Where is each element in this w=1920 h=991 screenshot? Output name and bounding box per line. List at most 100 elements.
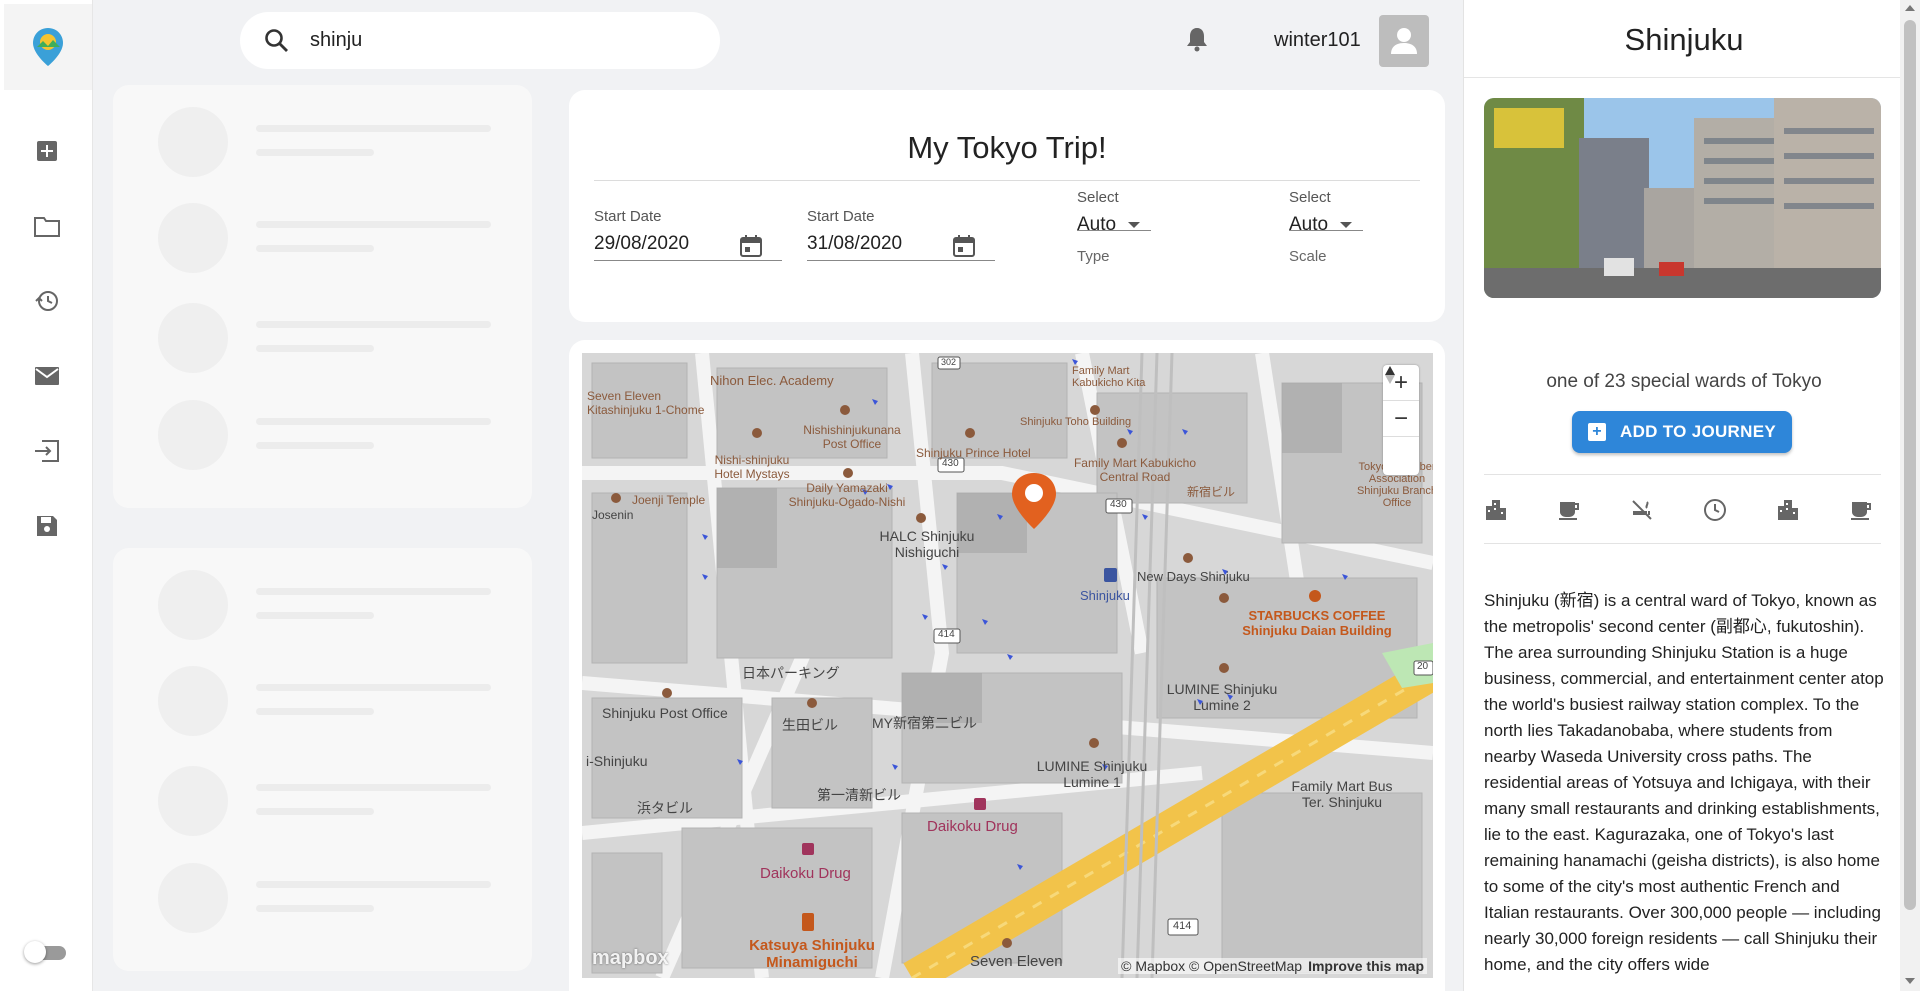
calendar-icon[interactable] [739, 234, 765, 260]
improve-map-link[interactable]: Improve this map [1308, 958, 1424, 974]
select-helper: Type [1077, 248, 1110, 265]
place-subtitle: one of 23 special wards of Tokyo [1546, 371, 1822, 392]
scroll-up-icon[interactable] [1905, 5, 1915, 11]
clock-icon[interactable] [1700, 495, 1730, 525]
search-bar[interactable]: shinju [240, 12, 720, 69]
map-label: Shinjuku Post Office [602, 705, 728, 721]
map-label: Family Mart Kabukicho Central Road [1073, 456, 1197, 484]
mapbox-logo[interactable]: mapbox [592, 947, 669, 970]
map-label: Daikoku Drug [760, 865, 851, 882]
folder-icon[interactable] [26, 205, 68, 247]
select-value: Auto [1077, 214, 1117, 235]
map-label: Daily Yamazaki Shinjuku-Ogado-Nishi [788, 481, 906, 509]
map-label: Shinjuku Prince Hotel [916, 446, 1031, 460]
map-label: Joenji Temple [632, 493, 706, 507]
button-label: ADD TO JOURNEY [1620, 422, 1776, 441]
route-shield: 414 [1173, 920, 1192, 932]
route-shield: 430 [942, 458, 959, 469]
type-select-value[interactable]: Auto [1077, 214, 1157, 236]
attribution-text[interactable]: © Mapbox © OpenStreetMap [1121, 958, 1302, 974]
city-icon[interactable] [1481, 495, 1511, 525]
map-label: 日本パーキング [742, 665, 840, 681]
place-photo [1484, 98, 1881, 298]
map-label: Josenin [592, 508, 634, 522]
divider [1464, 77, 1904, 78]
calendar-icon[interactable] [952, 234, 978, 260]
bell-icon[interactable] [1185, 26, 1215, 56]
search-input[interactable]: shinju [310, 29, 362, 52]
map-label: Nishi-shinjuku Hotel Mystays [714, 453, 790, 481]
map-label: 浜タビル [637, 800, 693, 816]
compass-button[interactable] [1383, 366, 1419, 473]
map-label: Shinjuku [1080, 588, 1130, 603]
place-title: Shinjuku [1624, 22, 1744, 57]
map-label: HALC Shinjuku Nishiguchi [879, 528, 975, 560]
map-label: Seven Eleven Kitashinjuku 1-Chome [587, 389, 705, 417]
map-label: Family Mart Bus Ter. Shinjuku [1291, 778, 1393, 810]
app-logo[interactable] [4, 4, 92, 90]
pin-logo-icon [33, 28, 63, 66]
select-label: Select [1289, 189, 1331, 206]
add-box-icon[interactable] [26, 130, 68, 172]
map-controls: + − [1383, 365, 1419, 475]
save-icon[interactable] [26, 505, 68, 547]
skeleton-card [113, 85, 532, 508]
map-label: Shinjuku Toho Building [1020, 416, 1132, 428]
route-shield: 430 [1110, 499, 1127, 510]
scroll-down-icon[interactable] [1905, 978, 1915, 984]
map-card: Nihon Elec. Academy Family Mart Kabukich… [569, 340, 1445, 991]
select-value: Auto [1289, 214, 1329, 235]
map-label: 新宿ビル [1187, 485, 1236, 499]
scale-select[interactable]: Select Auto Scale [1289, 189, 1369, 265]
map-label: Nihon Elec. Academy [710, 373, 834, 388]
scale-select-value[interactable]: Auto [1289, 214, 1369, 236]
map-label: Nishishinjukunana Post Office [803, 423, 901, 451]
mail-icon[interactable] [26, 355, 68, 397]
type-select[interactable]: Select Auto Type [1077, 189, 1157, 265]
amenity-icons [1484, 474, 1881, 544]
divider [594, 180, 1420, 181]
start-date-field-1[interactable]: Start Date 29/08/2020 [594, 208, 782, 261]
field-label: Start Date [807, 208, 875, 225]
field-label: Start Date [594, 208, 662, 225]
map-label: Family Mart Kabukicho Kita [1072, 365, 1146, 389]
sidebar [0, 0, 93, 991]
theme-toggle[interactable] [24, 940, 68, 963]
map-view[interactable]: Nihon Elec. Academy Family Mart Kabukich… [582, 353, 1433, 978]
map-label: Daikoku Drug [927, 818, 1018, 835]
skeleton-card [113, 548, 532, 971]
map-label: STARBUCKS COFFEE Shinjuku Daian Building [1242, 608, 1392, 638]
map-label: LUMINE Shinjuku Lumine 1 [1036, 758, 1148, 790]
place-details-panel: Shinjuku one of 23 special wards of Toky… [1463, 0, 1920, 991]
city-icon[interactable] [1773, 495, 1803, 525]
route-shield: 414 [938, 629, 955, 640]
map-label: MY新宿第二ビル [872, 715, 977, 731]
scrollbar[interactable] [1900, 0, 1920, 991]
zoom-out-button[interactable]: − [1383, 401, 1419, 437]
dropdown-arrow-icon [1340, 221, 1353, 228]
map-attribution: © Mapbox © OpenStreetMap Improve this map [1118, 958, 1427, 974]
map-label: 生田ビル [782, 717, 838, 733]
map-label: 第一清新ビル [817, 787, 901, 803]
select-helper: Scale [1289, 248, 1327, 265]
username[interactable]: winter101 [1274, 29, 1361, 52]
add-to-journey-button[interactable]: + ADD TO JOURNEY [1572, 411, 1792, 453]
avatar-icon[interactable] [1379, 15, 1429, 67]
no-smoking-icon[interactable] [1627, 495, 1657, 525]
scroll-thumb[interactable] [1904, 20, 1916, 910]
login-icon[interactable] [26, 430, 68, 472]
map-label: Seven Eleven [970, 953, 1063, 970]
route-shield: 302 [941, 357, 957, 367]
coffee-icon[interactable] [1554, 495, 1584, 525]
select-label: Select [1077, 189, 1119, 206]
start-date-field-2[interactable]: Start Date 31/08/2020 [807, 208, 995, 261]
coffee-icon[interactable] [1846, 495, 1876, 525]
map-label: Katsuya Shinjuku Minamiguchi [749, 937, 875, 971]
map-label: i-Shinjuku [586, 753, 648, 769]
history-icon[interactable] [26, 280, 68, 322]
dropdown-arrow-icon [1128, 221, 1141, 228]
add-icon: + [1588, 423, 1607, 441]
route-shield: 20 [1417, 661, 1429, 672]
map-label: LUMINE Shinjuku Lumine 2 [1166, 681, 1278, 713]
trip-title[interactable]: My Tokyo Trip! [569, 130, 1445, 166]
